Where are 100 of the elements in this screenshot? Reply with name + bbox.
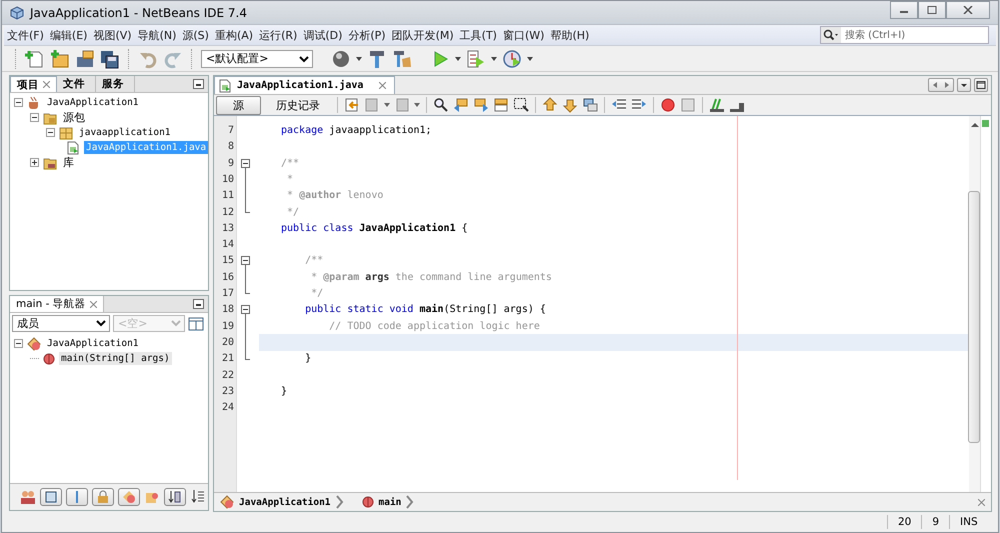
view-tab[interactable]: 历史记录 (265, 96, 331, 115)
hammer-icon[interactable] (367, 48, 387, 69)
lock-icon[interactable] (96, 490, 110, 504)
panel-tab[interactable]: 服务 (96, 76, 135, 92)
menu-item[interactable]: 文件(F) (4, 28, 47, 43)
new-file-icon[interactable] (25, 48, 45, 69)
line-number: 22 (220, 370, 234, 381)
collapse-icon[interactable] (14, 339, 23, 348)
expand-icon[interactable] (30, 158, 39, 168)
bookmark-previous-icon[interactable] (542, 97, 558, 114)
menu-item[interactable]: 工具(T) (456, 28, 500, 43)
code-line: } (281, 386, 288, 397)
caret-icon[interactable] (455, 56, 461, 61)
save-all-icon[interactable] (100, 48, 120, 69)
tree-item[interactable]: 库 (61, 154, 76, 172)
new-project-icon[interactable] (50, 48, 70, 69)
find-next-icon[interactable] (473, 97, 489, 114)
line-number: 14 (220, 239, 234, 250)
menu-item[interactable]: 导航(N) (134, 28, 180, 43)
bookmark-next-icon[interactable] (562, 97, 578, 114)
maximize-icon (927, 6, 937, 14)
line-number: 9 (226, 158, 234, 169)
code-line: * (286, 174, 294, 185)
sort-list-icon[interactable] (190, 489, 206, 506)
menu-item[interactable]: 视图(V) (90, 28, 135, 43)
minimize-icon[interactable] (193, 299, 204, 310)
last-edit-icon[interactable] (344, 97, 360, 114)
class-icon[interactable] (122, 490, 136, 504)
configuration-dropdown[interactable]: <默认配置> (201, 50, 313, 68)
menu-item[interactable]: 重构(A) (212, 28, 256, 43)
line-number: 24 (220, 402, 234, 414)
square-icon[interactable] (44, 490, 58, 504)
sort-icon[interactable] (168, 490, 182, 504)
menu-item[interactable]: 团队开发(M) (388, 28, 457, 43)
menu-item[interactable]: 调试(D) (300, 28, 346, 43)
profile-icon[interactable] (502, 48, 522, 69)
collapse-icon[interactable] (14, 98, 23, 108)
menu-item[interactable]: 帮助(H) (547, 28, 592, 43)
collapse-icon[interactable] (241, 256, 250, 266)
menu-item[interactable]: 分析(P) (345, 28, 389, 43)
menu-item[interactable]: 编辑(E) (46, 28, 90, 43)
toggle-bookmark-icon[interactable] (582, 97, 598, 114)
comment-icon[interactable] (709, 97, 725, 114)
tree-item[interactable]: JavaApplication1 (45, 337, 141, 350)
panel-layout-icon[interactable] (188, 316, 204, 332)
line-number: 16 (220, 272, 234, 283)
breadcrumb[interactable]: main (378, 496, 402, 508)
tree-item[interactable]: 源包 (61, 109, 87, 126)
filter-dropdown[interactable]: 成员 (12, 315, 110, 332)
minimize-button[interactable] (890, 0, 918, 19)
line-number: 15 (220, 255, 234, 266)
maximize-icon[interactable] (975, 79, 987, 92)
line-number: 8 (226, 141, 234, 152)
find-icon[interactable] (433, 97, 449, 114)
method-icon (43, 352, 55, 365)
highlight-icon[interactable] (493, 97, 509, 114)
package-icon (59, 126, 73, 140)
breadcrumb[interactable]: JavaApplication1 (239, 496, 331, 508)
tree-item[interactable]: javaapplication1 (77, 126, 173, 140)
collapse-icon[interactable] (241, 305, 250, 314)
close-icon[interactable] (43, 81, 50, 88)
collapse-icon[interactable] (46, 128, 55, 138)
caret-icon[interactable] (491, 56, 497, 61)
view-tab[interactable]: 源 (216, 96, 261, 115)
tree-item[interactable]: JavaApplication1 (45, 96, 141, 110)
panel-tab[interactable]: main - 导航器 (10, 296, 104, 312)
scroll-up-icon[interactable] (971, 122, 979, 128)
close-button[interactable] (946, 0, 990, 19)
window-title: JavaApplication1 - NetBeans IDE 7.4 (30, 6, 248, 20)
record-icon[interactable] (660, 97, 676, 114)
caret-icon[interactable] (414, 103, 420, 108)
menu-item[interactable]: 窗口(W) (500, 28, 548, 43)
open-folder-icon[interactable] (75, 48, 95, 69)
menu-item[interactable]: 运行(R) (256, 28, 300, 43)
collapse-icon[interactable] (30, 113, 39, 122)
caret-icon[interactable] (527, 56, 533, 61)
java-file-icon (218, 78, 232, 93)
scrollbar-thumb[interactable] (968, 191, 980, 444)
people-icon[interactable] (20, 489, 36, 506)
collapse-icon[interactable] (241, 158, 250, 168)
insert-mode: INS (960, 516, 978, 528)
panel-tab[interactable]: 项目 (10, 76, 57, 92)
close-icon[interactable] (90, 300, 97, 308)
caret-icon[interactable] (384, 103, 390, 108)
tree-item[interactable]: main(String[] args) (59, 352, 172, 366)
rectangular-selection-icon[interactable] (513, 97, 529, 114)
library-folder-icon (43, 156, 57, 170)
globe-icon[interactable] (331, 48, 351, 69)
find-previous-icon[interactable] (453, 97, 469, 114)
close-icon[interactable] (379, 82, 386, 90)
debug-icon[interactable] (466, 48, 486, 69)
minimize-icon[interactable] (193, 79, 204, 90)
file-tab[interactable]: JavaApplication1.java (214, 76, 396, 94)
caret-icon[interactable] (356, 56, 362, 61)
maximize-button[interactable] (918, 0, 946, 19)
panel-tab[interactable]: 文件 (57, 76, 96, 92)
close-icon[interactable] (978, 498, 985, 506)
menu-item[interactable]: 源(S) (179, 28, 212, 43)
line-number: 7 (226, 125, 234, 136)
line-number: 23 (220, 386, 234, 397)
